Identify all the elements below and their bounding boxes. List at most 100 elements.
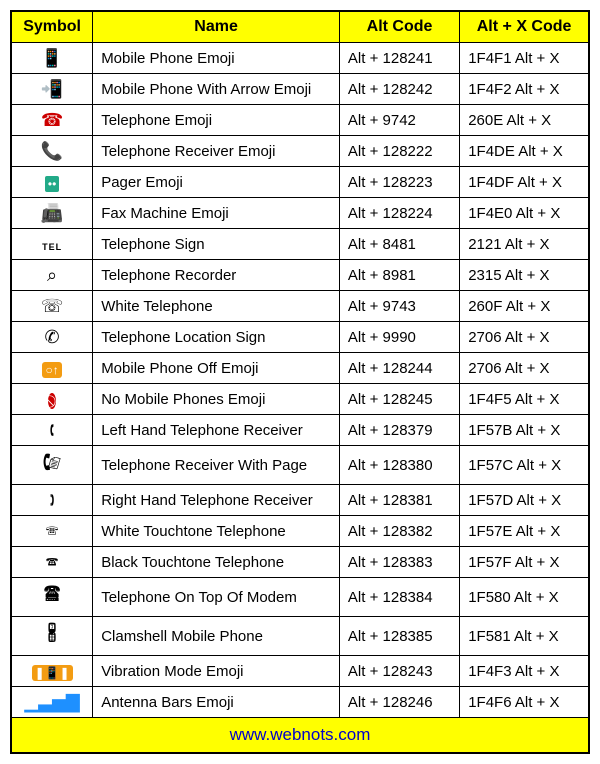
symbol-cell: 📲 — [11, 74, 93, 105]
symbol-cell: ○↑ — [11, 353, 93, 384]
altx-cell: 1F4F1 Alt + X — [460, 43, 589, 74]
name-cell: Mobile Phone Off Emoji — [93, 353, 340, 384]
name-cell: Telephone Emoji — [93, 105, 340, 136]
altx-cell: 2121 Alt + X — [460, 229, 589, 260]
symbol-cell: 🕼 — [11, 446, 93, 485]
name-cell: Antenna Bars Emoji — [93, 687, 340, 718]
table-row: ⃠No Mobile Phones EmojiAlt + 1282451F4F5… — [11, 384, 589, 415]
altcode-cell: Alt + 128241 — [339, 43, 459, 74]
altcode-cell: Alt + 128244 — [339, 353, 459, 384]
alt-codes-table: Symbol Name Alt Code Alt + X Code 📱Mobil… — [10, 10, 590, 754]
table-row: 🕽Right Hand Telephone ReceiverAlt + 1283… — [11, 485, 589, 516]
table-row: ○↑Mobile Phone Off EmojiAlt + 1282442706… — [11, 353, 589, 384]
altcode-cell: Alt + 128380 — [339, 446, 459, 485]
table-row: ✆Telephone Location SignAlt + 99902706 A… — [11, 322, 589, 353]
altx-cell: 2706 Alt + X — [460, 353, 589, 384]
altcode-cell: Alt + 9990 — [339, 322, 459, 353]
table-row: TELTelephone SignAlt + 84812121 Alt + X — [11, 229, 589, 260]
altcode-cell: Alt + 128381 — [339, 485, 459, 516]
symbol-cell: 🕿 — [11, 547, 93, 578]
symbol-cell: 📱 — [11, 43, 93, 74]
symbol-cell: 🖀 — [11, 578, 93, 617]
name-cell: White Touchtone Telephone — [93, 516, 340, 547]
altcode-cell: Alt + 128245 — [339, 384, 459, 415]
altx-cell: 1F57D Alt + X — [460, 485, 589, 516]
altcode-cell: Alt + 128222 — [339, 136, 459, 167]
name-cell: Mobile Phone Emoji — [93, 43, 340, 74]
altx-cell: 2706 Alt + X — [460, 322, 589, 353]
altcode-cell: Alt + 9742 — [339, 105, 459, 136]
altx-cell: 260F Alt + X — [460, 291, 589, 322]
header-name: Name — [93, 11, 340, 43]
altcode-cell: Alt + 8981 — [339, 260, 459, 291]
name-cell: Telephone Location Sign — [93, 322, 340, 353]
table-row: ⌕Telephone RecorderAlt + 89812315 Alt + … — [11, 260, 589, 291]
table-row: 🖁Clamshell Mobile PhoneAlt + 1283851F581… — [11, 617, 589, 656]
symbol-cell: 🖁 — [11, 617, 93, 656]
altx-cell: 1F4DE Alt + X — [460, 136, 589, 167]
symbol-cell: 📞 — [11, 136, 93, 167]
name-cell: Pager Emoji — [93, 167, 340, 198]
altx-cell: 1F4F6 Alt + X — [460, 687, 589, 718]
altx-cell: 260E Alt + X — [460, 105, 589, 136]
table-row: ❚📱❚Vibration Mode EmojiAlt + 1282431F4F3… — [11, 656, 589, 687]
footer-link[interactable]: www.webnots.com — [11, 718, 589, 754]
symbol-cell: 📠 — [11, 198, 93, 229]
symbol-cell: ⌕ — [11, 260, 93, 291]
header-symbol: Symbol — [11, 11, 93, 43]
table-row: 📲Mobile Phone With Arrow EmojiAlt + 1282… — [11, 74, 589, 105]
footer-row: www.webnots.com — [11, 718, 589, 754]
table-row: 📠Fax Machine EmojiAlt + 1282241F4E0 Alt … — [11, 198, 589, 229]
name-cell: Mobile Phone With Arrow Emoji — [93, 74, 340, 105]
symbol-cell: ☎ — [11, 105, 93, 136]
name-cell: Telephone Receiver With Page — [93, 446, 340, 485]
altcode-cell: Alt + 128383 — [339, 547, 459, 578]
altx-cell: 2315 Alt + X — [460, 260, 589, 291]
altcode-cell: Alt + 128384 — [339, 578, 459, 617]
table-row: 🕼Telephone Receiver With PageAlt + 12838… — [11, 446, 589, 485]
altx-cell: 1F57F Alt + X — [460, 547, 589, 578]
name-cell: Vibration Mode Emoji — [93, 656, 340, 687]
name-cell: Telephone On Top Of Modem — [93, 578, 340, 617]
name-cell: Right Hand Telephone Receiver — [93, 485, 340, 516]
name-cell: Left Hand Telephone Receiver — [93, 415, 340, 446]
altx-cell: 1F57B Alt + X — [460, 415, 589, 446]
altcode-cell: Alt + 128382 — [339, 516, 459, 547]
symbol-cell: 🕻 — [11, 415, 93, 446]
altx-cell: 1F4F2 Alt + X — [460, 74, 589, 105]
altcode-cell: Alt + 128224 — [339, 198, 459, 229]
symbol-cell: ❚📱❚ — [11, 656, 93, 687]
altcode-cell: Alt + 128385 — [339, 617, 459, 656]
symbol-cell: 🕽 — [11, 485, 93, 516]
header-row: Symbol Name Alt Code Alt + X Code — [11, 11, 589, 43]
altx-cell: 1F4DF Alt + X — [460, 167, 589, 198]
symbol-cell: ✆ — [11, 322, 93, 353]
table-row: 📱Mobile Phone EmojiAlt + 1282411F4F1 Alt… — [11, 43, 589, 74]
table-row: 🕿Black Touchtone TelephoneAlt + 1283831F… — [11, 547, 589, 578]
table-row: 🕾White Touchtone TelephoneAlt + 1283821F… — [11, 516, 589, 547]
altcode-cell: Alt + 8481 — [339, 229, 459, 260]
altx-cell: 1F4F3 Alt + X — [460, 656, 589, 687]
altcode-cell: Alt + 128246 — [339, 687, 459, 718]
altcode-cell: Alt + 128223 — [339, 167, 459, 198]
symbol-cell: ▁▃▅▇ — [11, 687, 93, 718]
name-cell: Telephone Recorder — [93, 260, 340, 291]
name-cell: No Mobile Phones Emoji — [93, 384, 340, 415]
altcode-cell: Alt + 128242 — [339, 74, 459, 105]
altcode-cell: Alt + 128243 — [339, 656, 459, 687]
altx-cell: 1F580 Alt + X — [460, 578, 589, 617]
symbol-cell: •• — [11, 167, 93, 198]
name-cell: Telephone Receiver Emoji — [93, 136, 340, 167]
table-row: ••Pager EmojiAlt + 1282231F4DF Alt + X — [11, 167, 589, 198]
symbol-cell: ☏ — [11, 291, 93, 322]
table-row: 📞Telephone Receiver EmojiAlt + 1282221F4… — [11, 136, 589, 167]
table-row: ▁▃▅▇Antenna Bars EmojiAlt + 1282461F4F6 … — [11, 687, 589, 718]
altx-cell: 1F57E Alt + X — [460, 516, 589, 547]
symbol-cell: ⃠ — [11, 384, 93, 415]
symbol-cell: 🕾 — [11, 516, 93, 547]
table-row: 🕻Left Hand Telephone ReceiverAlt + 12837… — [11, 415, 589, 446]
header-altcode: Alt Code — [339, 11, 459, 43]
altx-cell: 1F4F5 Alt + X — [460, 384, 589, 415]
table-row: ☏White TelephoneAlt + 9743260F Alt + X — [11, 291, 589, 322]
table-row: 🖀Telephone On Top Of ModemAlt + 1283841F… — [11, 578, 589, 617]
